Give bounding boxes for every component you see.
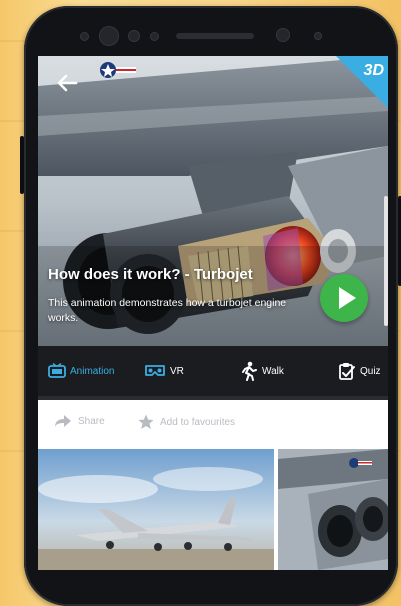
tab-quiz[interactable]: Quiz <box>338 346 381 396</box>
mode-tab-bar: Animation VR Walk Quiz <box>38 346 388 400</box>
share-arrow-icon <box>55 415 71 427</box>
app-screen: 3D How does it work? - Turbojet This ani… <box>38 56 388 570</box>
front-camera-icon <box>99 26 119 46</box>
tab-vr[interactable]: VR <box>144 346 184 396</box>
bomber-aircraft-image <box>38 449 274 570</box>
related-thumbnail-b52[interactable] <box>38 449 274 570</box>
sensor-dot <box>128 30 140 42</box>
related-content-list <box>38 449 388 570</box>
play-icon <box>339 287 356 309</box>
related-thumbnail-engines[interactable] <box>278 449 388 570</box>
tab-quiz-label: Quiz <box>360 365 381 377</box>
tab-animation-label: Animation <box>70 365 115 377</box>
sensor-dot <box>80 32 89 41</box>
share-label: Share <box>78 415 105 427</box>
action-row: Share Add to favourites <box>38 400 388 445</box>
scroll-indicator[interactable] <box>384 196 388 326</box>
sensor-dot <box>276 28 290 42</box>
tab-animation[interactable]: Animation <box>48 346 114 396</box>
arrow-left-icon <box>57 74 78 92</box>
play-button[interactable] <box>320 274 368 322</box>
tab-walk-label: Walk <box>262 365 284 377</box>
volume-button <box>20 136 24 194</box>
engine-closeup-image <box>278 449 388 570</box>
add-to-favourites-button[interactable]: Add to favourites <box>138 414 235 430</box>
sensor-dot <box>150 32 159 41</box>
hero-banner: 3D How does it work? - Turbojet This ani… <box>38 56 388 346</box>
phone-top-bezel <box>24 6 398 60</box>
video-description: This animation demonstrates how a turboj… <box>48 297 287 324</box>
earpiece-speaker <box>176 33 254 39</box>
3d-badge-label: 3D <box>363 62 384 79</box>
walking-person-icon <box>242 361 257 381</box>
video-title: How does it work? - Turbojet <box>48 266 253 283</box>
sensor-dot <box>314 32 322 40</box>
tab-walk[interactable]: Walk <box>240 346 284 396</box>
star-icon <box>138 414 154 429</box>
vr-headset-icon <box>145 365 165 376</box>
quiz-clipboard-icon <box>339 363 355 380</box>
add-to-favourites-label: Add to favourites <box>160 416 236 428</box>
tv-icon <box>48 363 66 378</box>
tab-vr-label: VR <box>170 365 184 377</box>
3d-badge: 3D <box>336 56 388 108</box>
share-button[interactable]: Share <box>54 414 105 428</box>
back-button[interactable] <box>52 68 82 98</box>
